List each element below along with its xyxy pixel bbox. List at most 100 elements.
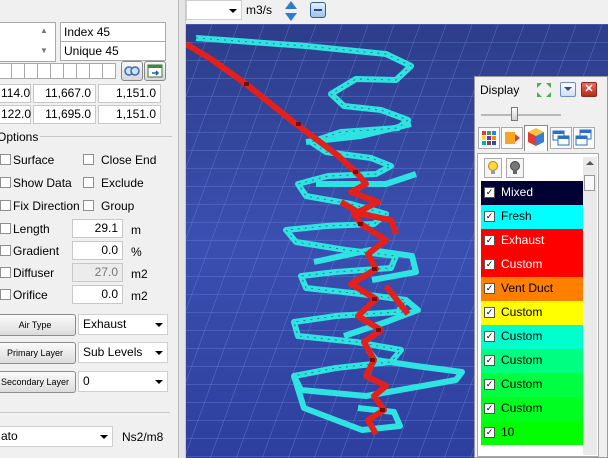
color-item-label: Mixed — [501, 185, 534, 199]
diffuser-input[interactable]: 27.0 — [72, 263, 123, 282]
panel-splitter[interactable] — [178, 0, 186, 458]
surface-checkbox[interactable] — [0, 154, 11, 165]
slider-thumb[interactable] — [511, 107, 518, 121]
cell[interactable] — [63, 63, 77, 79]
gradient-input[interactable]: 0.0 — [72, 241, 123, 260]
air-type-button[interactable]: Air Type — [0, 314, 76, 336]
cell[interactable] — [24, 63, 38, 79]
cell[interactable] — [11, 63, 25, 79]
show-data-label: Show Data — [13, 176, 72, 190]
primary-layer-button[interactable]: Primary Layer — [0, 342, 76, 364]
close-icon[interactable]: ✕ — [581, 82, 597, 97]
checkmark-icon[interactable]: ✓ — [484, 235, 495, 246]
windows-tab-icon[interactable] — [550, 127, 572, 149]
color-item[interactable]: ✓ Custom — [481, 349, 583, 373]
coord-x-2[interactable]: 122.0 — [0, 105, 31, 124]
chevron-down-icon — [155, 351, 163, 355]
orifice-input[interactable]: 0.0 — [72, 285, 123, 304]
export-icon[interactable] — [144, 61, 166, 81]
cell[interactable] — [102, 63, 116, 79]
diffuser-label: Diffuser — [13, 266, 55, 280]
resistance-dropdown[interactable]: ato — [0, 426, 113, 447]
coord-z-2[interactable]: 1,151.0 — [98, 105, 161, 124]
chevron-down-icon — [155, 380, 163, 384]
gradient-checkbox[interactable] — [0, 245, 11, 256]
color-item[interactable]: ✓ Custom — [481, 397, 583, 421]
checkmark-icon[interactable]: ✓ — [484, 403, 495, 414]
coord-y-1[interactable]: 11,667.0 — [33, 84, 96, 103]
coord-z-1[interactable]: 1,151.0 — [98, 84, 161, 103]
air-type-dropdown[interactable]: Exhaust — [78, 314, 168, 335]
coord-x-1[interactable]: 114.0 — [0, 84, 31, 103]
chevron-down-icon — [229, 9, 237, 13]
secondary-layer-dropdown[interactable]: 0 — [78, 371, 168, 392]
exclude-checkbox[interactable] — [83, 177, 94, 188]
grid-colors-tab-icon[interactable] — [478, 127, 500, 149]
checkmark-icon[interactable]: ✓ — [484, 307, 495, 318]
diffuser-checkbox[interactable] — [0, 267, 11, 278]
cell-strip — [0, 63, 118, 79]
color-item[interactable]: ✓ Custom — [481, 301, 583, 325]
length-checkbox[interactable] — [0, 223, 11, 234]
color-item[interactable]: ✓ Vent Duct — [481, 277, 583, 301]
layers-tab-icon[interactable] — [501, 127, 523, 149]
display-title: Display — [480, 83, 520, 97]
color-item[interactable]: ✓ Custom — [481, 253, 583, 277]
color-item-label: Fresh — [501, 209, 532, 223]
group-checkbox[interactable] — [83, 200, 94, 211]
cell[interactable] — [76, 63, 90, 79]
checkmark-icon[interactable]: ✓ — [484, 259, 495, 270]
color-item-label: Exhaust — [501, 233, 545, 247]
exclude-label: Exclude — [101, 176, 144, 190]
cell[interactable] — [89, 63, 103, 79]
minus-button-icon[interactable] — [310, 2, 326, 18]
air-type-value: Exhaust — [83, 317, 127, 331]
color-item[interactable]: ✓ Mixed — [481, 181, 583, 205]
color-item[interactable]: ✓ Exhaust — [481, 229, 583, 253]
checkmark-icon[interactable]: ✓ — [484, 331, 495, 342]
color-item[interactable]: ✓ 10 — [481, 421, 583, 445]
orifice-checkbox[interactable] — [0, 289, 11, 300]
list-scrollbar[interactable] — [583, 157, 597, 455]
cube-tab-icon[interactable] — [524, 125, 548, 151]
lightbulb-off-icon[interactable] — [506, 158, 524, 178]
minimize-button-icon[interactable] — [560, 82, 576, 97]
scroll-thumb[interactable] — [584, 175, 595, 191]
color-item-label: Custom — [501, 257, 543, 271]
index-label: Index 45 — [64, 25, 111, 39]
windows2-tab-icon[interactable] — [573, 127, 595, 149]
group-label: Group — [101, 199, 135, 213]
opacity-slider[interactable] — [481, 107, 561, 121]
cell[interactable] — [37, 63, 51, 79]
list-scroll-down-icon[interactable]: ▼ — [40, 46, 48, 55]
close-end-checkbox[interactable] — [83, 154, 94, 165]
orifice-unit: m2 — [131, 289, 148, 303]
flow-dropdown[interactable] — [186, 0, 242, 20]
checkmark-icon[interactable]: ✓ — [484, 427, 495, 438]
color-item[interactable]: ✓ Fresh — [481, 205, 583, 229]
cell[interactable] — [50, 63, 64, 79]
close-end-label: Close End — [101, 153, 157, 167]
divider — [0, 412, 170, 413]
checkmark-icon[interactable]: ✓ — [484, 283, 495, 294]
orifice-label: Orifice — [13, 288, 48, 302]
color-item[interactable]: ✓ Custom — [481, 325, 583, 349]
sort-arrows-icon[interactable] — [283, 0, 299, 22]
checkmark-icon[interactable]: ✓ — [484, 211, 495, 222]
scroll-up-icon[interactable] — [586, 161, 594, 165]
list-scroll-up-icon[interactable]: ▲ — [40, 26, 48, 35]
checkmark-icon[interactable]: ✓ — [484, 187, 495, 198]
primary-layer-dropdown[interactable]: Sub Levels — [78, 342, 168, 363]
checkmark-icon[interactable]: ✓ — [484, 355, 495, 366]
view-glasses-icon[interactable] — [121, 61, 143, 81]
secondary-layer-button[interactable]: Secondary Layer — [0, 371, 76, 393]
lightbulb-on-icon[interactable] — [484, 158, 502, 178]
fix-direction-checkbox[interactable] — [0, 200, 11, 211]
checkmark-icon[interactable]: ✓ — [484, 379, 495, 390]
coord-y-2[interactable]: 11,695.0 — [33, 105, 96, 124]
length-input[interactable]: 29.1 — [72, 219, 123, 238]
show-data-checkbox[interactable] — [0, 177, 11, 188]
color-item[interactable]: ✓ Custom — [481, 373, 583, 397]
expand-arrows-icon[interactable] — [535, 81, 553, 99]
color-item-label: Custom — [501, 401, 543, 415]
